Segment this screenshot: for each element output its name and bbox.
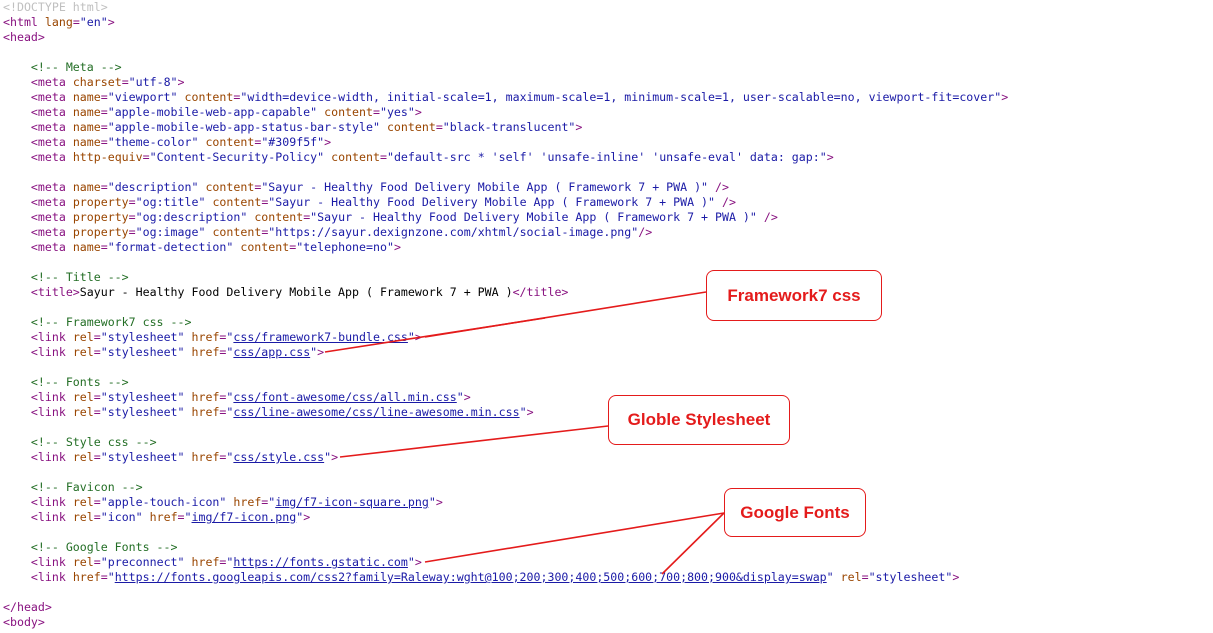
arrow-gstatic bbox=[424, 512, 725, 563]
callout-globle-stylesheet: Globle Stylesheet bbox=[608, 395, 790, 445]
callout-google-fonts: Google Fonts bbox=[724, 488, 866, 537]
arrow-app-css bbox=[324, 317, 546, 353]
callout-arrows bbox=[324, 291, 725, 575]
callout-framework7-css: Framework7 css bbox=[706, 270, 882, 321]
arrow-style-css bbox=[339, 425, 609, 458]
